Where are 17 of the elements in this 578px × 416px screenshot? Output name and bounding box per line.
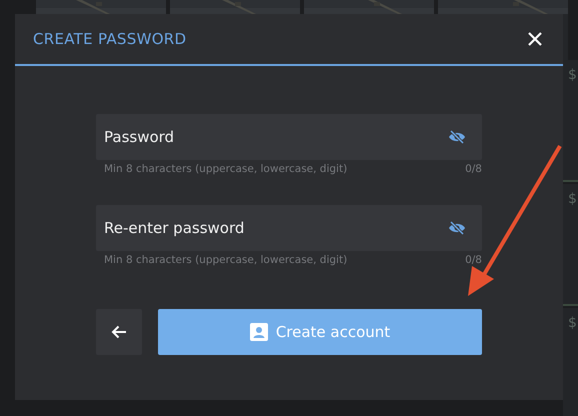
- field-hint: Min 8 characters (uppercase, lowercase, digit): [104, 163, 348, 175]
- create-account-button[interactable]: Create account: [158, 309, 482, 355]
- eye-off-icon[interactable]: [448, 130, 466, 144]
- password-field[interactable]: Re-enter password: [96, 205, 482, 251]
- account-icon: [250, 323, 268, 341]
- dialog-title: CREATE PASSWORD: [33, 30, 186, 48]
- back-arrow-icon: [111, 325, 127, 339]
- back-button[interactable]: [96, 309, 142, 355]
- character-counter: 0/8: [465, 163, 482, 175]
- close-icon: [528, 32, 542, 46]
- password-field[interactable]: Password: [96, 114, 482, 160]
- price-text: $: [568, 67, 577, 83]
- price-text: $: [568, 315, 577, 331]
- field-hint: Min 8 characters (uppercase, lowercase, digit): [104, 254, 348, 266]
- eye-off-icon[interactable]: [448, 221, 466, 235]
- price-text: $: [568, 191, 577, 207]
- character-counter: 0/8: [465, 254, 482, 266]
